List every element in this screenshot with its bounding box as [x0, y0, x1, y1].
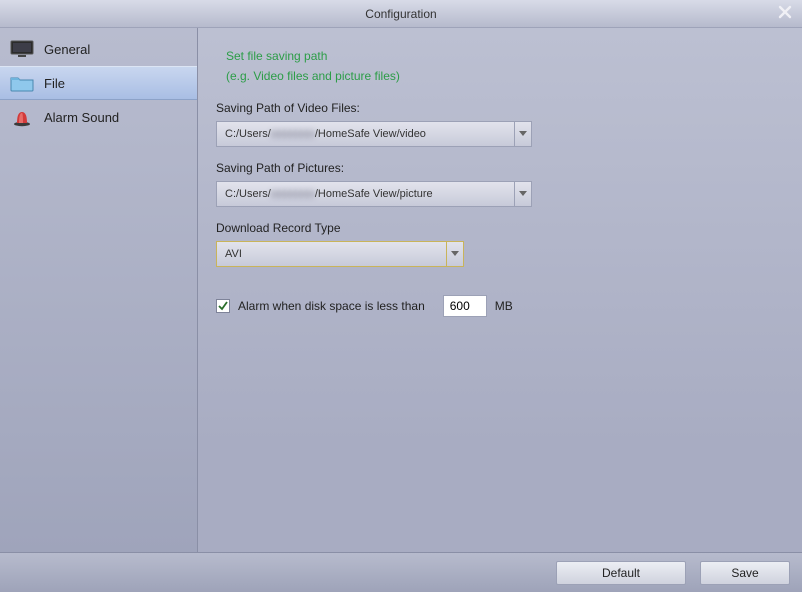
video-path-prefix: C:/Users/ [225, 128, 271, 140]
download-type-combo [216, 241, 464, 267]
video-path-group: Saving Path of Video Files: C:/Users/ xx… [216, 101, 784, 147]
download-type-label: Download Record Type [216, 221, 784, 235]
disk-alarm-row: Alarm when disk space is less than MB [216, 295, 784, 317]
save-button[interactable]: Save [700, 561, 790, 585]
default-button[interactable]: Default [556, 561, 686, 585]
download-type-dropdown-button[interactable] [446, 241, 464, 267]
chevron-down-icon [519, 191, 527, 197]
picture-path-combo: C:/Users/ xxxxxxxx /HomeSafe View/pictur… [216, 181, 532, 207]
sidebar-item-general[interactable]: General [0, 32, 197, 66]
siren-icon [10, 107, 34, 127]
picture-path-prefix: C:/Users/ [225, 188, 271, 200]
monitor-icon [10, 39, 34, 59]
picture-path-suffix: /HomeSafe View/picture [315, 188, 433, 200]
sidebar-item-label: General [44, 42, 90, 57]
video-path-label: Saving Path of Video Files: [216, 101, 784, 115]
close-button[interactable] [774, 2, 796, 24]
close-icon [778, 3, 792, 24]
disk-alarm-unit: MB [495, 299, 513, 313]
sidebar-item-alarm-sound[interactable]: Alarm Sound [0, 100, 197, 134]
disk-alarm-label: Alarm when disk space is less than [238, 299, 425, 313]
chevron-down-icon [519, 131, 527, 137]
video-path-combo: C:/Users/ xxxxxxxx /HomeSafe View/video [216, 121, 532, 147]
video-path-suffix: /HomeSafe View/video [315, 128, 426, 140]
video-path-browse-button[interactable] [514, 121, 532, 147]
footer: Default Save [0, 552, 802, 592]
check-icon [218, 301, 228, 311]
chevron-down-icon [451, 251, 459, 257]
picture-path-redacted: xxxxxxxx [271, 188, 315, 200]
window: Configuration General File [0, 0, 802, 592]
folder-icon [10, 73, 34, 93]
window-title: Configuration [365, 7, 436, 21]
content-panel: Set file saving path (e.g. Video files a… [198, 28, 802, 552]
video-path-redacted: xxxxxxxx [271, 128, 315, 140]
sidebar-item-label: File [44, 76, 65, 91]
picture-path-label: Saving Path of Pictures: [216, 161, 784, 175]
picture-path-input[interactable]: C:/Users/ xxxxxxxx /HomeSafe View/pictur… [216, 181, 514, 207]
disk-alarm-checkbox[interactable] [216, 299, 230, 313]
download-type-group: Download Record Type [216, 221, 784, 267]
sidebar: General File Alarm Sound [0, 28, 198, 552]
video-path-input[interactable]: C:/Users/ xxxxxxxx /HomeSafe View/video [216, 121, 514, 147]
download-type-input[interactable] [216, 241, 446, 267]
body: General File Alarm Sound Set file saving… [0, 28, 802, 552]
disk-alarm-value-input[interactable] [443, 295, 487, 317]
picture-path-group: Saving Path of Pictures: C:/Users/ xxxxx… [216, 161, 784, 207]
picture-path-browse-button[interactable] [514, 181, 532, 207]
sidebar-item-label: Alarm Sound [44, 110, 119, 125]
section-heading-line2: (e.g. Video files and picture files) [226, 66, 784, 86]
sidebar-item-file[interactable]: File [0, 66, 197, 100]
titlebar: Configuration [0, 0, 802, 28]
section-heading-line1: Set file saving path [226, 46, 784, 66]
